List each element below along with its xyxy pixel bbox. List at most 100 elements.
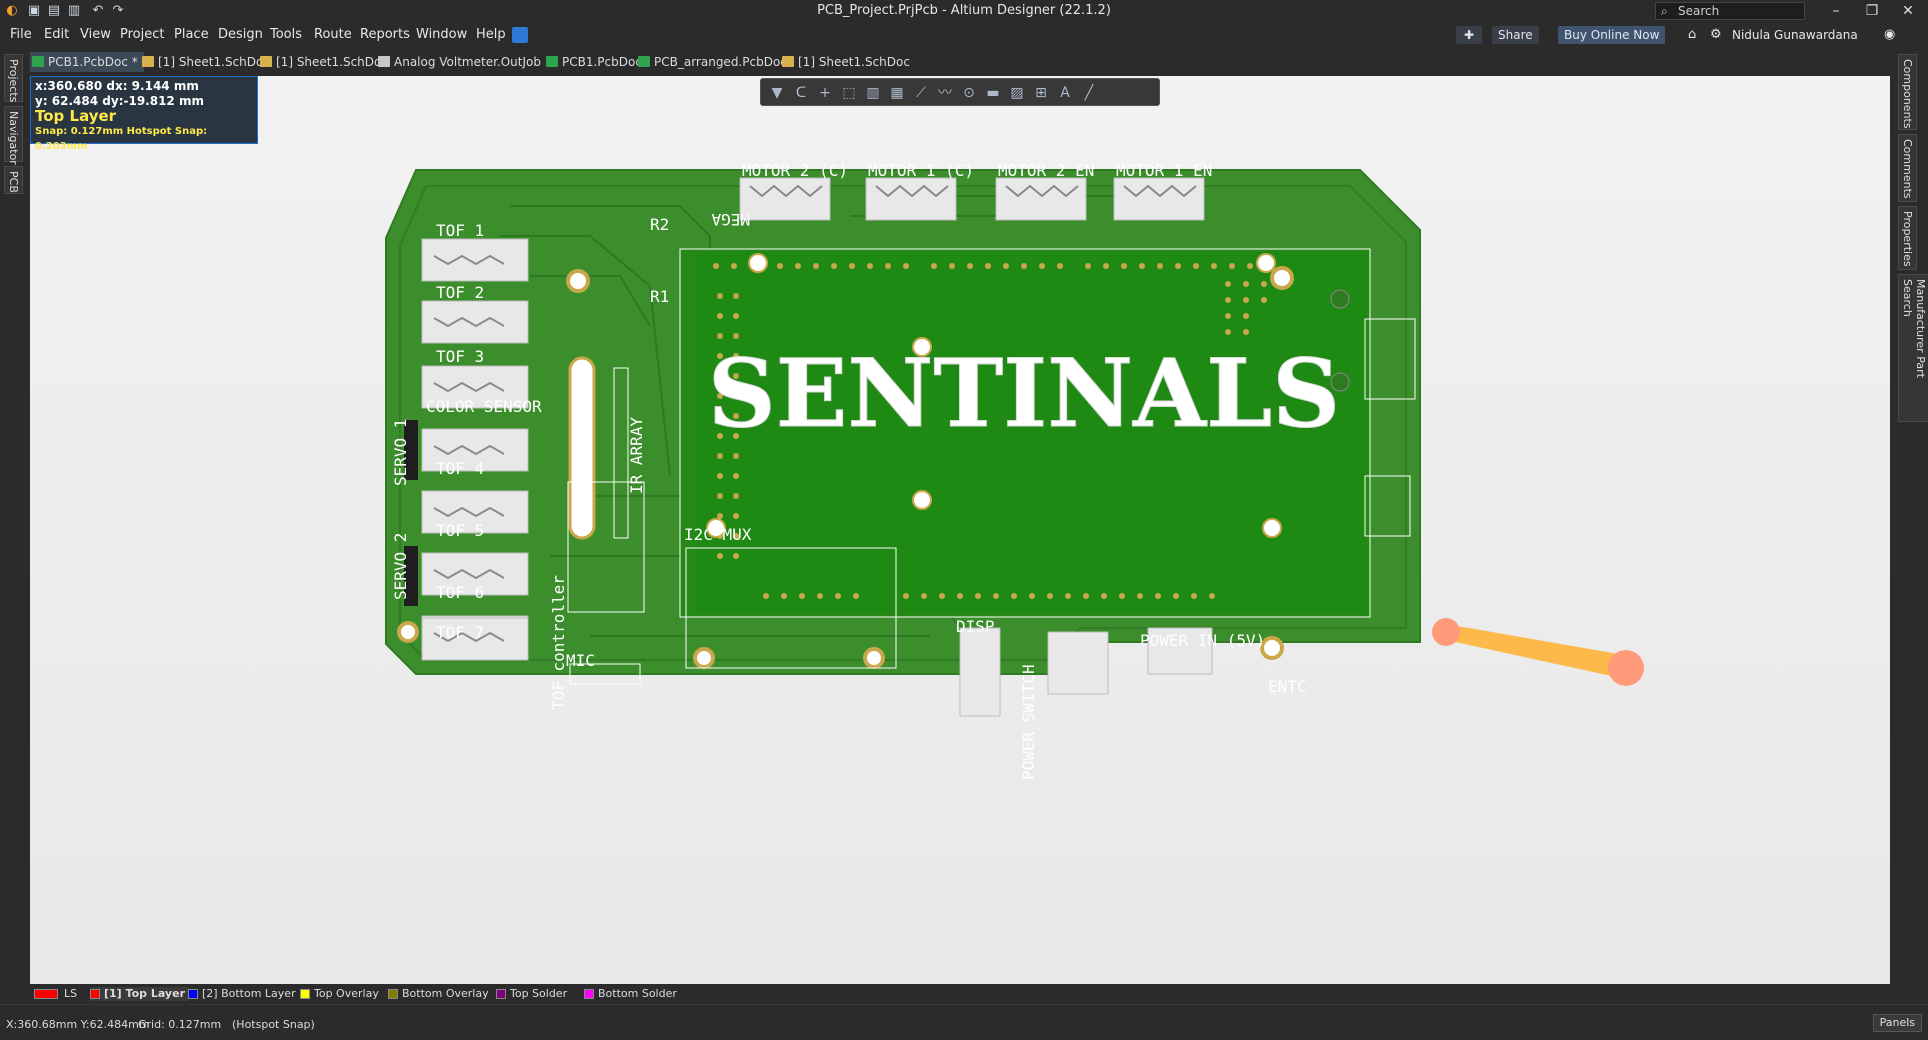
menu-window[interactable]: Window xyxy=(416,27,467,42)
panel-tab-projects[interactable]: Projects xyxy=(4,54,23,102)
buy-online-label: Buy Online Now xyxy=(1564,28,1660,42)
share-label: Share xyxy=(1498,28,1533,42)
restore-button[interactable]: ❐ xyxy=(1854,0,1890,22)
pcb-file-icon xyxy=(546,56,558,67)
label-tof4: TOF 4 xyxy=(436,459,484,478)
schematic-file-icon xyxy=(260,56,272,67)
layer-label: Bottom Solder xyxy=(598,987,677,1000)
close-button[interactable]: ✕ xyxy=(1890,0,1926,22)
layer-set-label: LS xyxy=(64,987,78,1000)
tab-pcb1-pcbdoc-active[interactable]: PCB1.PcbDoc * xyxy=(30,52,144,72)
label-servo1: SERVO 1 xyxy=(391,419,410,486)
gear-icon[interactable]: ⚙ xyxy=(1710,27,1722,42)
layer-swatch xyxy=(584,989,594,999)
window-title: PCB_Project.PrjPcb - Altium Designer (22… xyxy=(817,3,1111,18)
layer-tab-top-overlay[interactable]: Top Overlay xyxy=(300,987,379,1001)
pcb-3d-canvas[interactable]: x:360.680 dx: 9.144 mm y: 62.484 dy:-19.… xyxy=(30,76,1890,984)
menu-route[interactable]: Route xyxy=(314,27,352,42)
document-tab-bar: PCB1.PcbDoc * [1] Sheet1.SchDoc [1] Shee… xyxy=(26,50,1896,74)
pcb-file-icon xyxy=(32,56,44,67)
label-color-sensor: COLOR SENSOR xyxy=(426,397,542,416)
menu-design[interactable]: Design xyxy=(218,27,263,42)
panels-button[interactable]: Panels xyxy=(1872,1014,1922,1032)
status-bar: X:360.68mm Y:62.484mm Grid: 0.127mm (Hot… xyxy=(0,1004,1928,1040)
menu-bar: File Edit View Project Place Design Tool… xyxy=(0,22,1928,48)
label-motor1c: MOTOR 1 (C) xyxy=(868,161,974,180)
pcb-file-icon xyxy=(638,56,650,67)
tab-pcb-arranged-pcbdoc[interactable]: PCB_arranged.PcbDoc xyxy=(636,52,787,72)
status-snap: (Hotspot Snap) xyxy=(232,1018,315,1031)
rotation-gizmo[interactable] xyxy=(1432,618,1644,686)
label-mega: MEGA xyxy=(711,210,750,229)
label-tof7: TOF 7 xyxy=(436,623,484,642)
layer-swatch xyxy=(300,989,310,999)
layer-swatch xyxy=(90,989,100,999)
menu-edit[interactable]: Edit xyxy=(44,27,69,42)
label-tof5: TOF 5 xyxy=(436,521,484,540)
menu-tools[interactable]: Tools xyxy=(270,27,302,42)
home-icon[interactable]: ⌂ xyxy=(1688,27,1696,42)
buy-online-button[interactable]: Buy Online Now xyxy=(1558,26,1666,44)
notifications-button[interactable]: ✚ xyxy=(1456,26,1482,44)
pcb-board-view[interactable]: TOF 1 TOF 2 TOF 3 COLOR SENSOR TOF 4 TOF… xyxy=(30,76,1890,984)
layer-swatch xyxy=(188,989,198,999)
share-button[interactable]: Share xyxy=(1492,26,1539,44)
layer-tab-bottom-layer[interactable]: [2] Bottom Layer xyxy=(188,987,296,1001)
menu-project[interactable]: Project xyxy=(120,27,164,42)
tab-label: PCB1.PcbDoc xyxy=(562,55,642,69)
panel-tab-comments[interactable]: Comments xyxy=(1898,134,1917,202)
layer-tab-top-layer[interactable]: [1] Top Layer xyxy=(90,987,189,1001)
tab-sheet1-schdoc[interactable]: [1] Sheet1.SchDoc xyxy=(140,52,270,72)
layer-label: Bottom Overlay xyxy=(402,987,489,1000)
label-motor2c: MOTOR 2 (C) xyxy=(742,161,848,180)
panel-tab-manufacturer-part-search[interactable]: Manufacturer Part Search xyxy=(1898,274,1928,422)
menu-view[interactable]: View xyxy=(80,27,111,42)
menu-place[interactable]: Place xyxy=(174,27,209,42)
tab-label: PCB_arranged.PcbDoc xyxy=(654,55,787,69)
layer-swatch xyxy=(496,989,506,999)
panel-tab-components[interactable]: Components xyxy=(1898,54,1917,130)
menu-file[interactable]: File xyxy=(10,27,32,42)
label-tof1: TOF 1 xyxy=(436,221,484,240)
label-r1: R1 xyxy=(650,287,669,306)
label-servo2: SERVO 2 xyxy=(391,533,410,600)
tab-sheet1-schdoc-2[interactable]: [1] Sheet1.SchDoc xyxy=(258,52,388,72)
layer-label: [1] Top Layer xyxy=(104,987,185,1000)
panels-label: Panels xyxy=(1879,1016,1915,1029)
title-bar: ◐ ▣ ▤ ▥ ↶ ↷ PCB_Project.PrjPcb - Altium … xyxy=(0,0,1928,22)
layer-set-ls[interactable]: LS xyxy=(34,987,77,1001)
layer-label: Top Solder xyxy=(510,987,568,1000)
label-motor2en: MOTOR 2 EN xyxy=(998,161,1094,180)
tab-sheet1-schdoc-3[interactable]: [1] Sheet1.SchDoc xyxy=(780,52,910,72)
layer-tabs-bar: LS [1] Top Layer [2] Bottom Layer Top Ov… xyxy=(30,984,1892,1004)
left-panel-strip: Projects Navigator PCB xyxy=(0,50,26,985)
panel-tab-pcb[interactable]: PCB xyxy=(4,166,23,194)
minimize-button[interactable]: – xyxy=(1818,0,1854,22)
label-tof3: TOF 3 xyxy=(436,347,484,366)
panel-tab-navigator[interactable]: Navigator xyxy=(4,106,23,165)
menu-help[interactable]: Help xyxy=(476,27,506,42)
label-tof2: TOF 2 xyxy=(436,283,484,302)
search-input[interactable]: ⌕ Search xyxy=(1655,2,1805,20)
outjob-file-icon xyxy=(378,56,390,67)
label-tof6: TOF 6 xyxy=(436,583,484,602)
schematic-file-icon xyxy=(142,56,154,67)
play-icon[interactable] xyxy=(512,27,528,43)
label-power-in: POWER IN (5V) xyxy=(1140,631,1265,650)
disp-connector xyxy=(959,627,1001,717)
label-mic: MIC xyxy=(566,651,595,670)
panel-tab-properties[interactable]: Properties xyxy=(1898,206,1917,270)
label-motor1en: MOTOR 1 EN xyxy=(1116,161,1212,180)
search-icon: ⌕ xyxy=(1661,4,1668,18)
layer-tab-bottom-overlay[interactable]: Bottom Overlay xyxy=(388,987,489,1001)
tab-label: PCB1.PcbDoc * xyxy=(48,55,138,69)
layer-tab-bottom-solder[interactable]: Bottom Solder xyxy=(584,987,677,1001)
tab-pcb1-pcbdoc[interactable]: PCB1.PcbDoc xyxy=(544,52,642,72)
menu-reports[interactable]: Reports xyxy=(360,27,410,42)
account-icon[interactable]: ◉ xyxy=(1884,27,1895,42)
layer-label: [2] Bottom Layer xyxy=(202,987,296,1000)
layer-tab-top-solder[interactable]: Top Solder xyxy=(496,987,567,1001)
right-panel-strip: Components Comments Properties Manufactu… xyxy=(1892,50,1928,985)
user-name[interactable]: Nidula Gunawardana xyxy=(1732,28,1858,42)
tab-analog-voltmeter-outjob[interactable]: Analog Voltmeter.OutJob xyxy=(376,52,541,72)
